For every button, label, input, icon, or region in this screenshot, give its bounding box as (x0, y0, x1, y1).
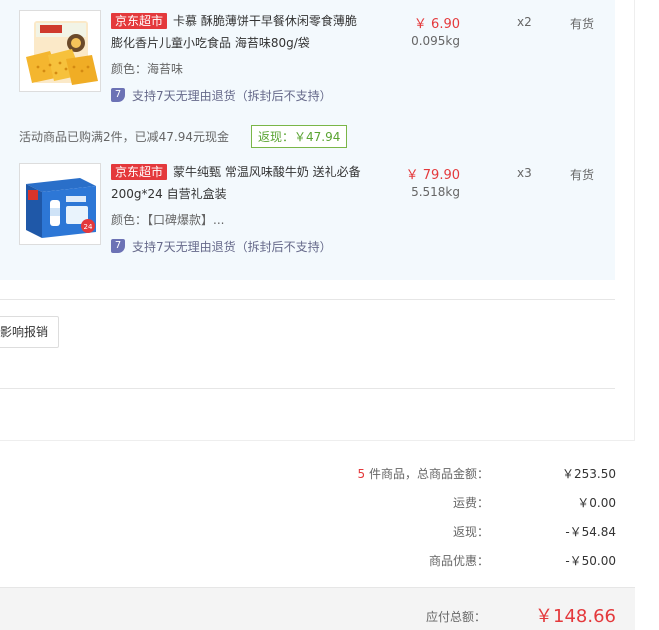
product-quantity: x3 (517, 166, 532, 180)
goods-total-label: 5 件商品，总商品金额： (357, 467, 489, 481)
summary-discount: 商品优惠： -￥50.00 (300, 552, 616, 572)
shipping-label: 运费： (452, 496, 489, 510)
payable-total-bar: 应付总额： ￥148.66 (0, 587, 635, 630)
payable-amount: ￥148.66 (535, 606, 616, 627)
product-weight: 0.095kg (411, 34, 460, 48)
panel-border (634, 0, 635, 440)
jd-supermarket-tag: 京东超市 (111, 164, 168, 180)
promotion-line: 活动商品已购满2件，已减47.94元现金 返现：￥47.94 (19, 124, 348, 148)
summary-goods-total: 5 件商品，总商品金额： ￥253.50 (300, 465, 616, 485)
product-title[interactable]: 京东超市 卡慕 酥脆薄饼干早餐休闲零食薄脆膨化香片儿童小吃食品 海苔味80g/袋 (111, 10, 361, 54)
jd-supermarket-tag: 京东超市 (111, 13, 168, 29)
product-attribute: 颜色：【口碑爆款】... (111, 213, 225, 227)
section-divider (0, 440, 635, 441)
goods-total-value: ￥253.50 (562, 467, 616, 481)
product-quantity: x2 (517, 15, 532, 29)
product-price: ￥ 6.90 (413, 17, 460, 32)
product-stock-status: 有货 (570, 168, 595, 182)
product-title[interactable]: 京东超市 蒙牛纯甄 常温风味酸牛奶 送礼必备 200g*24 自营礼盒装 (111, 161, 361, 205)
rebate-value: -￥54.84 (565, 525, 616, 539)
product-attribute: 颜色：海苔味 (111, 62, 184, 76)
rebate-badge: 返现：￥47.94 (251, 124, 348, 148)
discount-label: 商品优惠： (428, 554, 489, 568)
return-policy-text: 支持7天无理由退货（拆封后不支持） (132, 88, 332, 103)
seven-day-return-icon: 7 (111, 239, 125, 253)
promotion-text: 活动商品已购满2件，已减47.94元现金 (19, 129, 229, 144)
product-list: 京东超市 卡慕 酥脆薄饼干早餐休闲零食薄脆膨化香片儿童小吃食品 海苔味80g/袋 … (0, 0, 615, 280)
rebate-label: 返现： (452, 525, 489, 539)
reimbursement-button[interactable]: 影响报销 (0, 316, 60, 348)
section-divider (0, 299, 615, 300)
return-policy-text: 支持7天无理由退货（拆封后不支持） (132, 239, 332, 254)
product-image-cracker[interactable] (19, 10, 101, 92)
section-divider (0, 388, 615, 389)
seven-day-return-icon: 7 (111, 88, 125, 102)
summary-shipping: 运费： ￥0.00 (300, 494, 616, 514)
product-stock-status: 有货 (570, 17, 595, 31)
return-policy: 7 支持7天无理由退货（拆封后不支持） (111, 237, 332, 255)
shipping-value: ￥0.00 (577, 496, 616, 510)
product-image-yogurt[interactable]: 24 (19, 163, 101, 245)
product-weight: 5.518kg (411, 185, 460, 199)
svg-text:24: 24 (84, 223, 93, 231)
payable-label: 应付总额： (425, 610, 486, 624)
summary-rebate: 返现： -￥54.84 (300, 523, 616, 543)
discount-value: -￥50.00 (565, 554, 616, 568)
return-policy: 7 支持7天无理由退货（拆封后不支持） (111, 86, 332, 104)
product-price: ￥ 79.90 (405, 168, 460, 183)
reimbursement-button-label: 影响报销 (0, 325, 49, 339)
